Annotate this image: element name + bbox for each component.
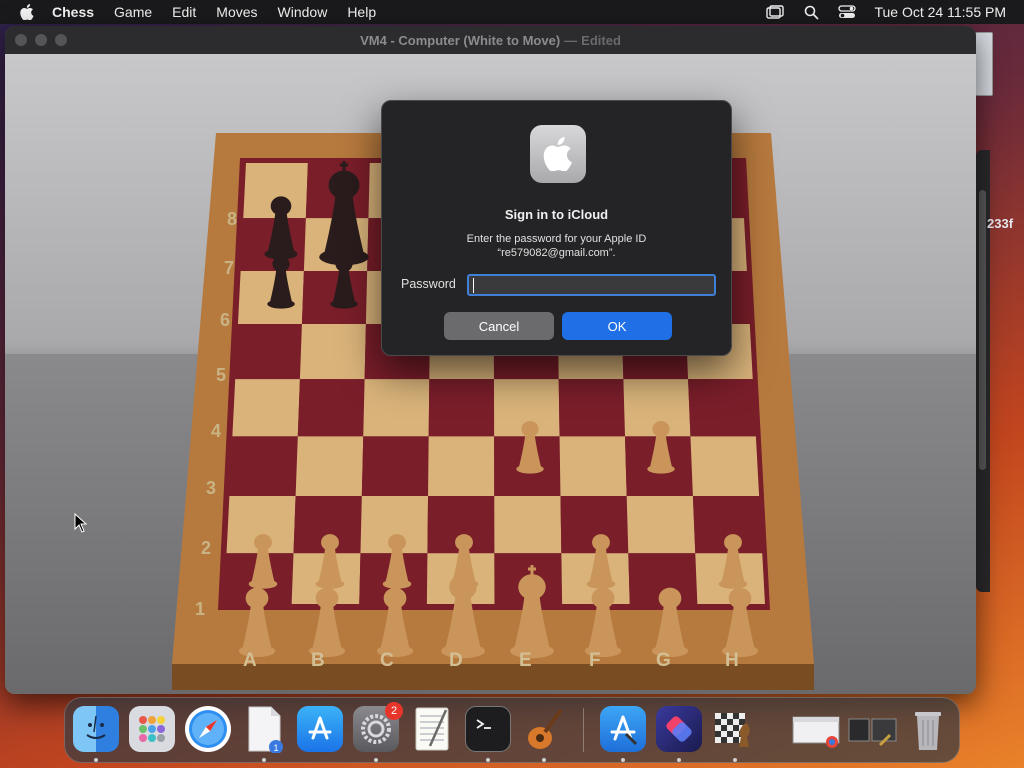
board-square[interactable] xyxy=(229,436,298,496)
safari-icon[interactable] xyxy=(185,706,231,752)
app-store-icon[interactable] xyxy=(297,706,343,752)
board-square[interactable] xyxy=(428,379,495,437)
zoom-button[interactable] xyxy=(55,34,67,46)
rank-label-6: 6 xyxy=(220,310,230,330)
running-indicator xyxy=(486,758,490,762)
board-square[interactable] xyxy=(428,436,495,496)
file-label-e: E xyxy=(519,650,532,671)
gear-icon[interactable]: 2 xyxy=(353,702,403,752)
board-square[interactable] xyxy=(237,271,304,324)
notification-badge: 2 xyxy=(385,702,403,720)
file-label-h: H xyxy=(725,650,739,671)
running-indicator xyxy=(94,758,98,762)
scrollbar-thumb[interactable] xyxy=(979,190,986,470)
ok-button[interactable]: OK xyxy=(562,312,672,340)
menu-bar: Chess Game Edit Moves Window Help Tue Oc… xyxy=(0,0,1024,24)
menu-window[interactable]: Window xyxy=(278,4,328,20)
trash-icon[interactable] xyxy=(905,706,951,752)
apple-menu-icon[interactable] xyxy=(18,3,36,21)
board-frame-edge xyxy=(172,664,814,690)
board-square[interactable] xyxy=(494,495,562,554)
running-indicator xyxy=(542,758,546,762)
rank-label-3: 3 xyxy=(206,478,216,498)
window-title-separator: — xyxy=(564,32,578,48)
board-square[interactable] xyxy=(295,436,364,496)
close-button[interactable] xyxy=(15,34,27,46)
board-square[interactable] xyxy=(626,495,696,554)
board-square[interactable] xyxy=(363,379,430,437)
file-label-b: B xyxy=(311,650,325,671)
rank-label-7: 7 xyxy=(224,258,234,278)
screen-mirroring-icon[interactable] xyxy=(766,4,785,20)
text-cursor xyxy=(473,278,474,293)
file-label-f: F xyxy=(589,650,601,671)
running-indicator xyxy=(677,758,681,762)
running-indicator xyxy=(621,758,625,762)
dialog-title: Sign in to iCloud xyxy=(504,207,609,222)
shortcuts-icon[interactable] xyxy=(656,706,702,752)
running-indicator xyxy=(374,758,378,762)
file-label-d: D xyxy=(449,650,463,671)
board-square[interactable] xyxy=(297,379,365,437)
board-square[interactable] xyxy=(688,379,756,437)
board-square[interactable] xyxy=(558,379,625,437)
menu-help[interactable]: Help xyxy=(347,4,376,20)
dock-separator xyxy=(583,708,584,752)
menu-game[interactable]: Game xyxy=(114,4,152,20)
minimize-button[interactable] xyxy=(35,34,47,46)
control-center-icon[interactable] xyxy=(838,4,857,20)
file-label-a: A xyxy=(243,650,257,671)
rank-label-8: 8 xyxy=(227,209,237,229)
board-square[interactable] xyxy=(559,436,627,496)
desktop-file-icon[interactable] xyxy=(975,32,993,96)
file-label-g: G xyxy=(656,650,671,671)
apple-logo-icon xyxy=(530,125,586,183)
board-square[interactable] xyxy=(361,436,429,496)
running-indicator xyxy=(262,758,266,762)
document-icon[interactable]: 1 xyxy=(241,706,287,753)
rank-label-5: 5 xyxy=(216,365,226,385)
window-controls xyxy=(15,34,67,46)
dialog-message: Enter the password for your Apple ID “re… xyxy=(382,232,731,260)
window-titlebar[interactable]: VM4 - Computer (White to Move) — Edited xyxy=(5,26,976,54)
icloud-signin-dialog: Sign in to iCloud Enter the password for… xyxy=(381,100,732,356)
board-square[interactable] xyxy=(299,323,366,380)
menu-edit[interactable]: Edit xyxy=(172,4,196,20)
chess-icon[interactable] xyxy=(712,706,758,752)
guitar-icon[interactable] xyxy=(521,706,567,752)
spotlight-search-icon[interactable] xyxy=(802,4,820,20)
password-label: Password xyxy=(401,277,456,291)
launchpad-icon[interactable] xyxy=(129,706,175,752)
finder-icon[interactable] xyxy=(73,706,119,752)
cancel-button[interactable]: Cancel xyxy=(444,312,554,340)
window-thumbnail-icon[interactable] xyxy=(848,706,898,752)
dialog-message-line1: Enter the password for your Apple ID xyxy=(466,233,647,245)
background-window-text: 233f xyxy=(987,216,1014,231)
board-square[interactable] xyxy=(232,379,300,437)
board-square[interactable] xyxy=(690,436,760,496)
menu-app-chess[interactable]: Chess xyxy=(52,4,94,20)
rank-label-2: 2 xyxy=(201,538,211,558)
menu-clock[interactable]: Tue Oct 24 11:55 PM xyxy=(874,4,1006,20)
textedit-icon[interactable] xyxy=(409,706,455,752)
dock: 1 2 xyxy=(64,697,960,763)
terminal-icon[interactable] xyxy=(465,706,511,752)
rank-label-4: 4 xyxy=(211,421,221,441)
running-indicator xyxy=(733,758,737,762)
rank-label-1: 1 xyxy=(195,599,205,619)
board-square[interactable] xyxy=(235,323,302,380)
file-label-c: C xyxy=(380,650,394,671)
dialog-message-line2: “re579082@gmail.com”. xyxy=(497,247,616,259)
window-thumbnail-icon[interactable] xyxy=(792,706,842,752)
window-title-edited: Edited xyxy=(581,32,621,48)
xcode-icon[interactable] xyxy=(600,706,646,752)
menu-moves[interactable]: Moves xyxy=(216,4,257,20)
mouse-cursor xyxy=(74,512,88,538)
password-field[interactable] xyxy=(467,274,716,296)
svg-text:1: 1 xyxy=(274,743,279,753)
window-title: VM4 - Computer (White to Move) xyxy=(360,32,561,48)
